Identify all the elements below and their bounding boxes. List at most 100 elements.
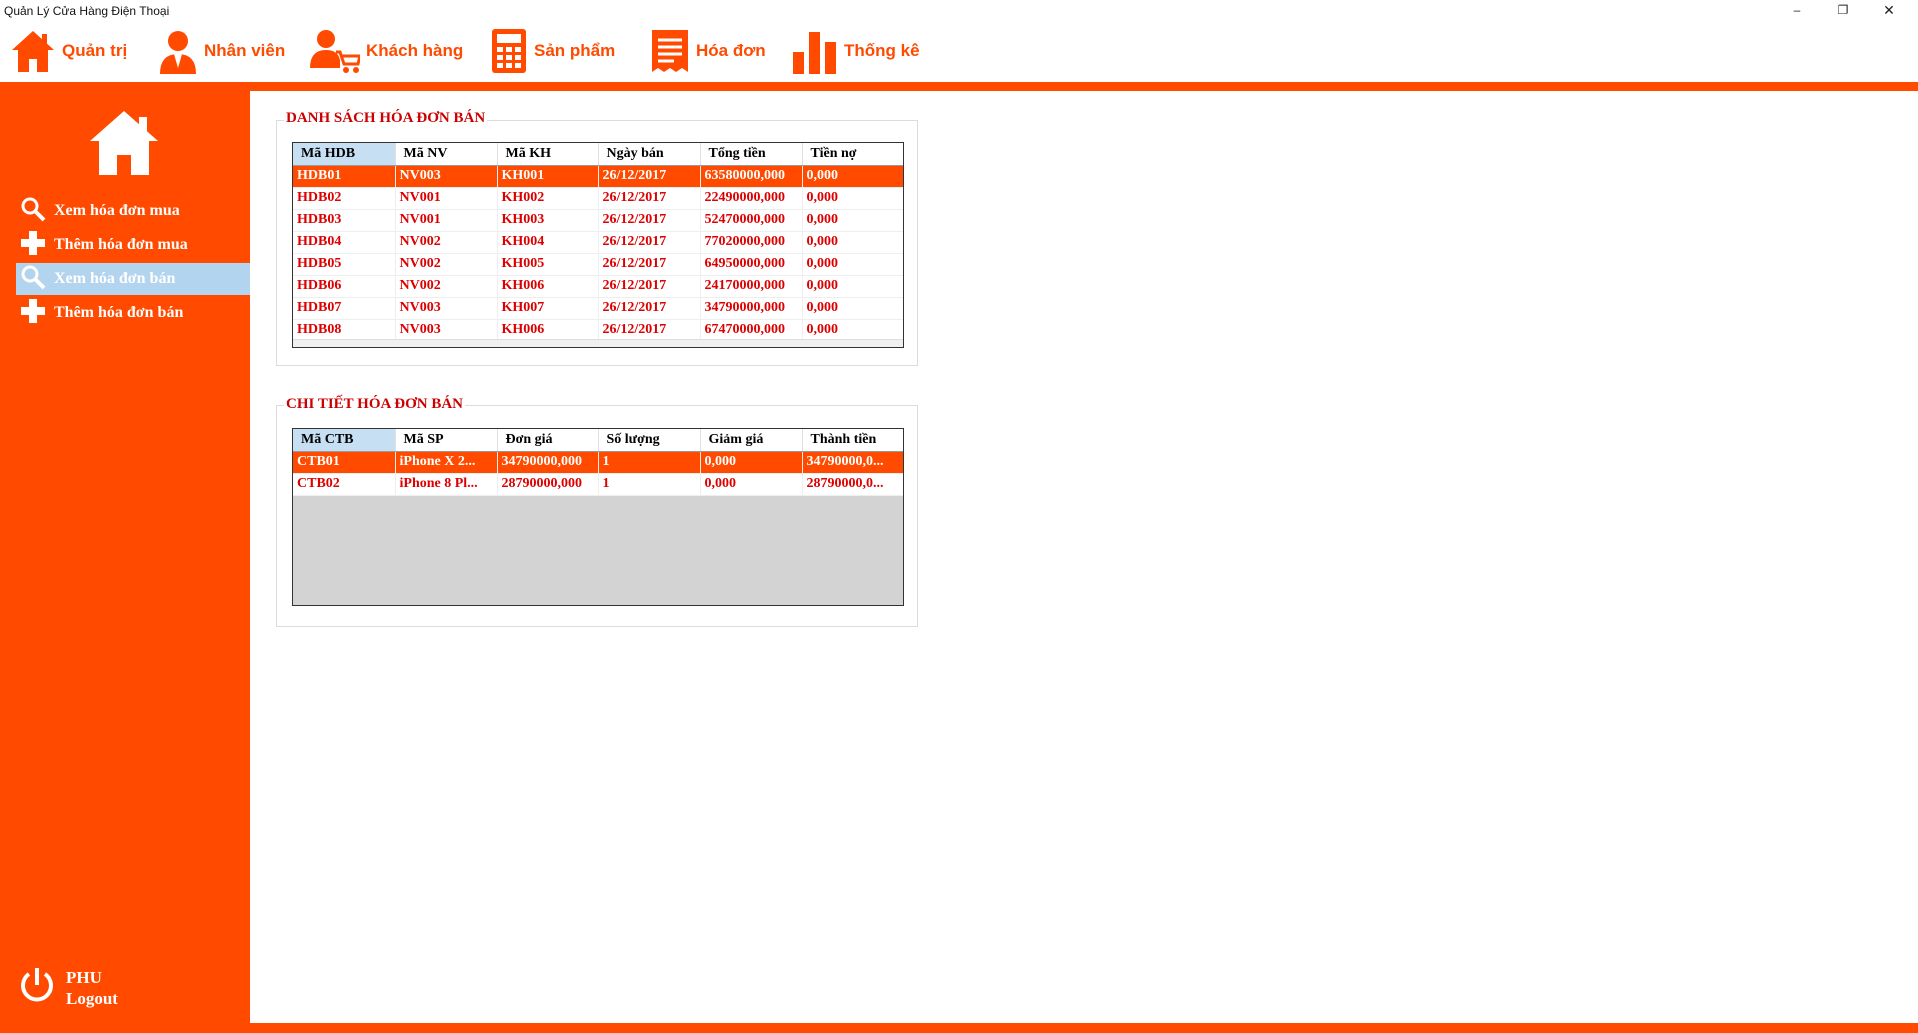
table-cell[interactable]: 26/12/2017 [598,297,701,320]
column-header[interactable]: Đơn giá [497,429,599,452]
table-cell[interactable]: KH005 [497,253,599,276]
table-cell[interactable]: 0,000 [802,209,903,232]
column-header[interactable]: Ngày bán [598,143,701,166]
table-cell[interactable]: 26/12/2017 [598,209,701,232]
table-cell[interactable]: 28790000,0... [802,473,903,496]
table-cell[interactable]: 26/12/2017 [598,253,701,276]
table-cell[interactable]: 0,000 [802,275,903,298]
sidebar-item-them-hoa-don-mua[interactable]: Thêm hóa đơn mua [16,229,250,261]
table-cell[interactable]: KH001 [497,165,599,188]
table-cell[interactable]: 52470000,000 [700,209,803,232]
menu-item-nhan-vien[interactable]: Nhân viên [158,26,285,76]
horizontal-scrollbar[interactable] [293,339,903,347]
table-cell[interactable]: HDB06 [293,275,396,298]
menu-item-thong-ke[interactable]: Thống kê [792,26,920,76]
menu-item-san-pham[interactable]: Sản phẩm [490,26,615,76]
table-cell[interactable]: KH002 [497,187,599,210]
column-header[interactable]: Mã SP [395,429,498,452]
table-row[interactable]: CTB01 iPhone X 2... 34790000,000 1 0,000 3479… [293,451,903,474]
table-cell[interactable]: HDB02 [293,187,396,210]
logout-link[interactable]: Logout [66,988,118,1009]
invoice-grid[interactable]: Mã HDB Mã NV Mã KH Ngày bán Tổng tiền Tiền nợ… [292,142,904,348]
table-cell[interactable]: 0,000 [802,319,903,342]
table-cell[interactable]: NV003 [395,165,498,188]
column-header[interactable]: Mã NV [395,143,498,166]
table-cell[interactable]: KH003 [497,209,599,232]
table-cell[interactable]: 34790000,0... [802,451,903,474]
table-cell[interactable]: CTB01 [293,451,396,474]
column-header[interactable]: Tổng tiền [700,143,803,166]
menu-item-quan-tri[interactable]: Quản trị [10,26,127,76]
table-row[interactable]: HDB06 NV002 KH006 26/12/2017 24170000,000 0,0… [293,275,903,298]
table-cell[interactable]: 26/12/2017 [598,231,701,254]
table-cell[interactable]: 0,000 [700,451,803,474]
table-cell[interactable]: 26/12/2017 [598,319,701,342]
table-cell[interactable]: HDB05 [293,253,396,276]
column-header[interactable]: Mã KH [497,143,599,166]
menu-item-khach-hang[interactable]: Khách hàng [310,26,463,76]
table-row[interactable]: HDB04 NV002 KH004 26/12/2017 77020000,000 0,0… [293,231,903,254]
table-cell[interactable]: 64950000,000 [700,253,803,276]
table-cell[interactable]: 63580000,000 [700,165,803,188]
menu-item-hoa-don[interactable]: Hóa đơn [650,26,766,76]
table-cell[interactable]: NV003 [395,297,498,320]
table-cell[interactable]: iPhone 8 Pl... [395,473,498,496]
table-row[interactable]: HDB02 NV001 KH002 26/12/2017 22490000,000 0,0… [293,187,903,210]
table-cell[interactable]: 0,000 [802,297,903,320]
table-cell[interactable]: 0,000 [700,473,803,496]
column-header[interactable]: Tiền nợ [802,143,903,166]
table-cell[interactable]: CTB02 [293,473,396,496]
table-cell[interactable]: 0,000 [802,165,903,188]
table-cell[interactable]: NV001 [395,209,498,232]
table-cell[interactable]: NV001 [395,187,498,210]
column-header[interactable]: Thành tiền [802,429,903,452]
table-cell[interactable]: 34790000,000 [700,297,803,320]
table-cell[interactable]: 0,000 [802,253,903,276]
table-row[interactable]: CTB02 iPhone 8 Pl... 28790000,000 1 0,000 287… [293,473,903,496]
table-row[interactable]: HDB05 NV002 KH005 26/12/2017 64950000,000 0,0… [293,253,903,276]
table-cell[interactable]: iPhone X 2... [395,451,498,474]
detail-grid[interactable]: Mã CTB Mã SP Đơn giá Số lượng Giảm giá Thành … [292,428,904,606]
table-cell[interactable]: HDB07 [293,297,396,320]
sidebar-item-xem-hoa-don-ban[interactable]: Xem hóa đơn bán [16,263,250,295]
table-cell[interactable]: HDB08 [293,319,396,342]
power-icon[interactable] [18,966,56,1009]
table-cell[interactable]: 22490000,000 [700,187,803,210]
table-row[interactable]: HDB08 NV003 KH006 26/12/2017 67470000,000 0,0… [293,319,903,342]
table-cell[interactable]: NV003 [395,319,498,342]
sidebar-item-xem-hoa-don-mua[interactable]: Xem hóa đơn mua [16,195,250,227]
column-header[interactable]: Mã HDB [293,143,396,166]
table-row[interactable]: HDB03 NV001 KH003 26/12/2017 52470000,000 0,0… [293,209,903,232]
sidebar-item-them-hoa-don-ban[interactable]: Thêm hóa đơn bán [16,297,250,329]
table-cell[interactable]: 28790000,000 [497,473,599,496]
table-cell[interactable]: NV002 [395,231,498,254]
table-cell[interactable]: 77020000,000 [700,231,803,254]
table-cell[interactable]: 26/12/2017 [598,275,701,298]
table-cell[interactable]: NV002 [395,253,498,276]
table-cell[interactable]: KH006 [497,319,599,342]
table-row[interactable]: HDB01 NV003 KH001 26/12/2017 63580000,000 0,0… [293,165,903,188]
table-cell[interactable]: NV002 [395,275,498,298]
table-cell[interactable]: 0,000 [802,231,903,254]
table-cell[interactable]: HDB03 [293,209,396,232]
table-cell[interactable]: 26/12/2017 [598,165,701,188]
table-cell[interactable]: 26/12/2017 [598,187,701,210]
table-cell[interactable]: 1 [598,473,701,496]
column-header[interactable]: Số lượng [598,429,701,452]
table-cell[interactable]: 0,000 [802,187,903,210]
column-header[interactable]: Mã CTB [293,429,396,452]
table-cell[interactable]: 67470000,000 [700,319,803,342]
table-row[interactable]: HDB07 NV003 KH007 26/12/2017 34790000,000 0,0… [293,297,903,320]
maximize-button[interactable]: ❐ [1820,0,1866,22]
table-cell[interactable]: 34790000,000 [497,451,599,474]
table-cell[interactable]: HDB01 [293,165,396,188]
table-cell[interactable]: HDB04 [293,231,396,254]
table-cell[interactable]: KH004 [497,231,599,254]
column-header[interactable]: Giảm giá [700,429,803,452]
table-cell[interactable]: KH006 [497,275,599,298]
table-cell[interactable]: 1 [598,451,701,474]
close-button[interactable]: ✕ [1866,0,1912,22]
table-cell[interactable]: 24170000,000 [700,275,803,298]
minimize-button[interactable]: – [1774,0,1820,22]
table-cell[interactable]: KH007 [497,297,599,320]
